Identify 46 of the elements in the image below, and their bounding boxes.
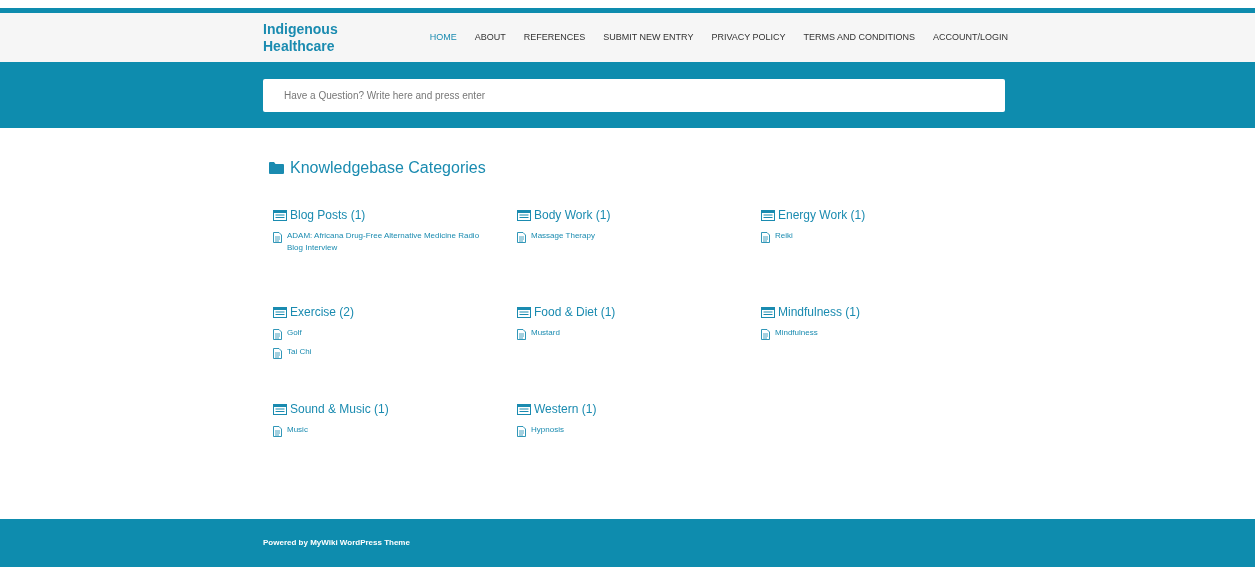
- article-link[interactable]: Mustard: [517, 327, 741, 340]
- document-icon: [273, 329, 282, 340]
- category-link[interactable]: Exercise (2): [273, 303, 354, 321]
- article-link[interactable]: Reiki: [761, 230, 985, 243]
- article-link[interactable]: Massage Therapy: [517, 230, 741, 243]
- article-link[interactable]: Mindfulness: [761, 327, 985, 340]
- list-icon: [517, 306, 531, 318]
- nav-link[interactable]: REFERENCES: [523, 30, 586, 45]
- nav-link[interactable]: TERMS AND CONDITIONS: [803, 30, 916, 45]
- category-link[interactable]: Mindfulness (1): [761, 303, 861, 321]
- folder-icon: [269, 162, 284, 174]
- document-icon: [517, 329, 526, 340]
- nav-link[interactable]: HOME: [429, 30, 457, 45]
- footer-text: Powered by MyWiki WordPress Theme: [263, 537, 410, 549]
- article-link[interactable]: Music: [273, 424, 497, 437]
- article-link[interactable]: Hypnosis: [517, 424, 741, 437]
- article-link[interactable]: ADAM: Africana Drug-Free Alternative Medicine Radio Blog Interview: [273, 230, 497, 254]
- document-icon: [517, 232, 526, 243]
- search-field[interactable]: Have a Question? Write here and press enter: [263, 78, 1005, 112]
- section-heading: Knowledgebase Categories: [290, 158, 486, 178]
- document-icon: [273, 348, 282, 359]
- list-icon: [273, 403, 287, 415]
- list-icon: [273, 306, 287, 318]
- list-icon: [761, 209, 775, 221]
- category-link[interactable]: Blog Posts (1): [273, 206, 366, 224]
- nav-link[interactable]: PRIVACY POLICY: [711, 30, 786, 45]
- category-link[interactable]: Western (1): [517, 400, 597, 418]
- document-icon: [517, 426, 526, 437]
- site-title[interactable]: Indigenous Healthcare: [263, 20, 338, 55]
- nav-link[interactable]: ACCOUNT/LOGIN: [933, 30, 1009, 45]
- nav-link[interactable]: ABOUT: [474, 30, 506, 45]
- category-link[interactable]: Food & Diet (1): [517, 303, 616, 321]
- document-icon: [273, 426, 282, 437]
- article-link[interactable]: Tai Chi: [273, 346, 497, 359]
- nav-link[interactable]: SUBMIT NEW ENTRY: [603, 30, 694, 45]
- list-icon: [761, 306, 775, 318]
- document-icon: [761, 232, 770, 243]
- list-icon: [517, 209, 531, 221]
- category-link[interactable]: Sound & Music (1): [273, 400, 389, 418]
- category-link[interactable]: Body Work (1): [517, 206, 611, 224]
- document-icon: [761, 329, 770, 340]
- list-icon: [273, 209, 287, 221]
- article-link[interactable]: Golf: [273, 327, 497, 340]
- list-icon: [517, 403, 531, 415]
- category-link[interactable]: Energy Work (1): [761, 206, 866, 224]
- document-icon: [273, 232, 282, 243]
